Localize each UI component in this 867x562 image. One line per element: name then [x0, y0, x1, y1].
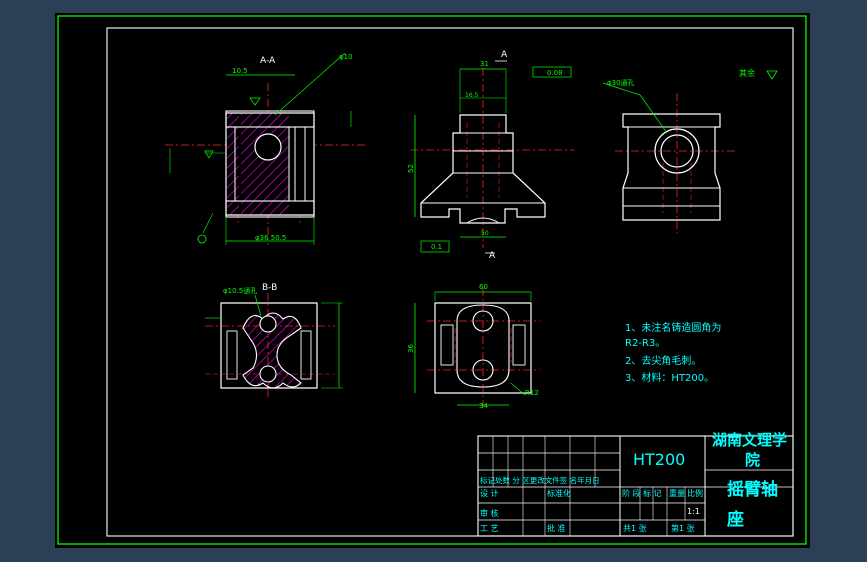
design-label: 设 计: [480, 488, 499, 498]
material-label: HT200: [633, 450, 685, 469]
school-name-line2: 院: [745, 451, 760, 469]
scale-value: 1:1: [687, 507, 700, 516]
note-line-3: 2、去尖角毛刺。: [625, 354, 701, 367]
part-name-line2: 座: [727, 509, 744, 530]
approve-label: 批 准: [547, 523, 566, 533]
roughness-rest-label: 其余: [739, 68, 755, 78]
title-block: HT200 湖南文理学 院 摇臂轴 座 标记处数 分 区更改文件签 名年月日 设…: [477, 431, 794, 537]
section-b-view: B-B φ10.5通孔: [205, 283, 343, 398]
bottom-view-width-dim: 60: [479, 283, 488, 291]
note-line-4: 3、材料：HT200。: [625, 371, 714, 384]
top-right-view: φ30通孔 其余: [602, 68, 778, 233]
sheet-inner-border: [106, 27, 794, 537]
section-b-hole-dim: φ10.5通孔: [223, 286, 257, 295]
section-arrow-a-top: A: [501, 50, 508, 60]
school-name-line1: 湖南文理学: [712, 431, 787, 449]
weight-label: 重量: [669, 488, 685, 498]
section-a-label: A-A: [260, 56, 276, 66]
top-right-hole-dim: φ30通孔: [607, 78, 635, 87]
section-arrow-a-bottom: A: [489, 251, 496, 261]
drawing-viewport[interactable]: φ36 50.5 10.5 φ10 A-A 31 0.08 52 16.5 50…: [55, 13, 810, 548]
section-b-label: B-B: [262, 283, 277, 293]
sheet-total: 共1 张: [623, 524, 647, 533]
note-line-1: 1、未注名铸造圆角为: [625, 321, 721, 334]
front-bottom-dim-text: φ36 50.5: [255, 234, 286, 242]
front-datum-circle: [197, 234, 207, 244]
revision-header: 标记处数 分 区更改文件签 名年月日: [480, 475, 600, 485]
side-top-dim: 31: [480, 60, 489, 68]
side-mid-dim: 16.5: [465, 92, 479, 99]
review-label: 审 核: [480, 508, 499, 518]
standard-label: 标准化: [547, 488, 571, 498]
side-bottom-tolerance: 0.1: [431, 243, 442, 251]
front-spacer-dim: φ10: [339, 53, 353, 61]
bottom-view-radius-dim: R12: [525, 389, 539, 397]
sheet-number: 第1 张: [671, 523, 695, 533]
bottom-view-height-dim: 36: [407, 344, 415, 353]
cad-screen: φ36 50.5 10.5 φ10 A-A 31 0.08 52 16.5 50…: [0, 0, 867, 562]
technical-notes: 1、未注名铸造圆角为 R2-R3。 2、去尖角毛刺。 3、材料：HT200。: [625, 321, 721, 384]
side-view: 31 0.08 52 16.5 50 0.1 A A: [407, 50, 575, 261]
front-hatch-area: [241, 113, 289, 215]
front-hole-depth-dim: 10.5: [232, 67, 248, 75]
part-name-line1: 摇臂轴: [727, 479, 778, 500]
drawing-svg: φ36 50.5 10.5 φ10 A-A 31 0.08 52 16.5 50…: [57, 15, 807, 545]
side-height-dim: 52: [407, 164, 415, 173]
sheet-outer-border: [57, 15, 807, 545]
bottom-view-base-dim: 34: [479, 402, 488, 410]
front-hole: [254, 133, 282, 161]
bottom-view: 60 36 34 R12: [407, 283, 540, 410]
stage-label: 阶 段 标 记: [622, 488, 662, 498]
note-line-2: R2-R3。: [625, 338, 665, 349]
side-bottom-dim: 50: [481, 230, 489, 237]
scale-label: 比例: [687, 488, 703, 498]
front-section-view: φ36 50.5 10.5 φ10 A-A: [165, 52, 365, 245]
process-label: 工 艺: [480, 524, 499, 533]
side-top-tolerance: 0.08: [547, 69, 563, 77]
